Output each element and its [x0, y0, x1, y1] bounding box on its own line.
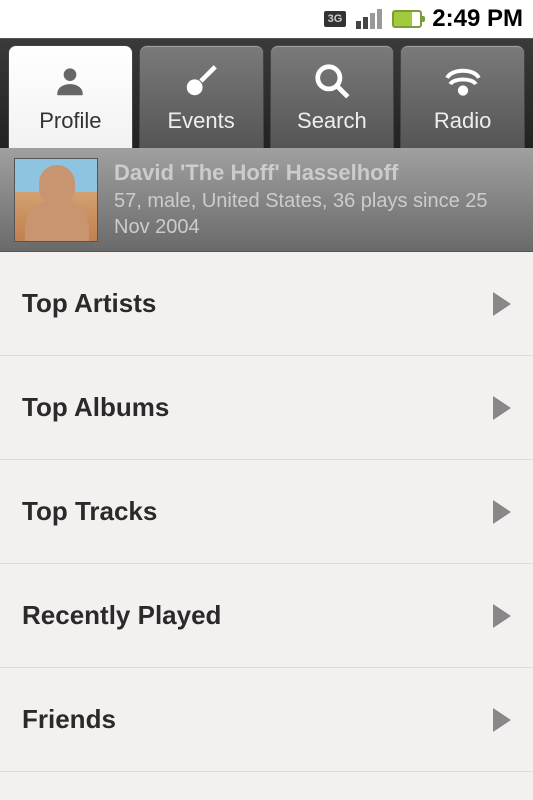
signal-icon	[356, 9, 382, 29]
list-label: Friends	[22, 704, 116, 735]
list-label: Recently Played	[22, 600, 221, 631]
chevron-right-icon	[493, 708, 511, 732]
chevron-right-icon	[493, 396, 511, 420]
chevron-right-icon	[493, 292, 511, 316]
tab-profile[interactable]: Profile	[8, 45, 133, 148]
profile-text: David 'The Hoff' Hasselhoff 57, male, Un…	[114, 160, 519, 240]
tab-search[interactable]: Search	[270, 45, 395, 148]
tab-label: Search	[297, 108, 367, 134]
tab-label: Radio	[434, 108, 491, 134]
tab-bar: Profile Events Search Radio	[0, 38, 533, 148]
chevron-right-icon	[493, 500, 511, 524]
list-item-top-albums[interactable]: Top Albums	[0, 356, 533, 460]
clock: 2:49 PM	[432, 5, 523, 33]
guitar-icon	[180, 60, 222, 102]
tab-label: Profile	[39, 108, 101, 134]
list-label: Top Albums	[22, 392, 169, 423]
profile-card: David 'The Hoff' Hasselhoff 57, male, Un…	[0, 148, 533, 252]
profile-subtitle: 57, male, United States, 36 plays since …	[114, 188, 519, 240]
network-3g-icon: 3G	[324, 11, 347, 27]
list-label: Top Tracks	[22, 496, 157, 527]
menu-list: Top Artists Top Albums Top Tracks Recent…	[0, 252, 533, 772]
list-item-top-artists[interactable]: Top Artists	[0, 252, 533, 356]
profile-icon	[49, 60, 91, 102]
tab-events[interactable]: Events	[139, 45, 264, 148]
list-item-recently-played[interactable]: Recently Played	[0, 564, 533, 668]
battery-icon	[392, 10, 422, 28]
profile-name: David 'The Hoff' Hasselhoff	[114, 160, 519, 186]
avatar	[14, 158, 98, 242]
list-item-friends[interactable]: Friends	[0, 668, 533, 772]
tab-label: Events	[167, 108, 234, 134]
search-icon	[311, 60, 353, 102]
radio-icon	[442, 60, 484, 102]
status-bar: 3G 2:49 PM	[0, 0, 533, 38]
list-item-top-tracks[interactable]: Top Tracks	[0, 460, 533, 564]
chevron-right-icon	[493, 604, 511, 628]
tab-radio[interactable]: Radio	[400, 45, 525, 148]
list-label: Top Artists	[22, 288, 156, 319]
